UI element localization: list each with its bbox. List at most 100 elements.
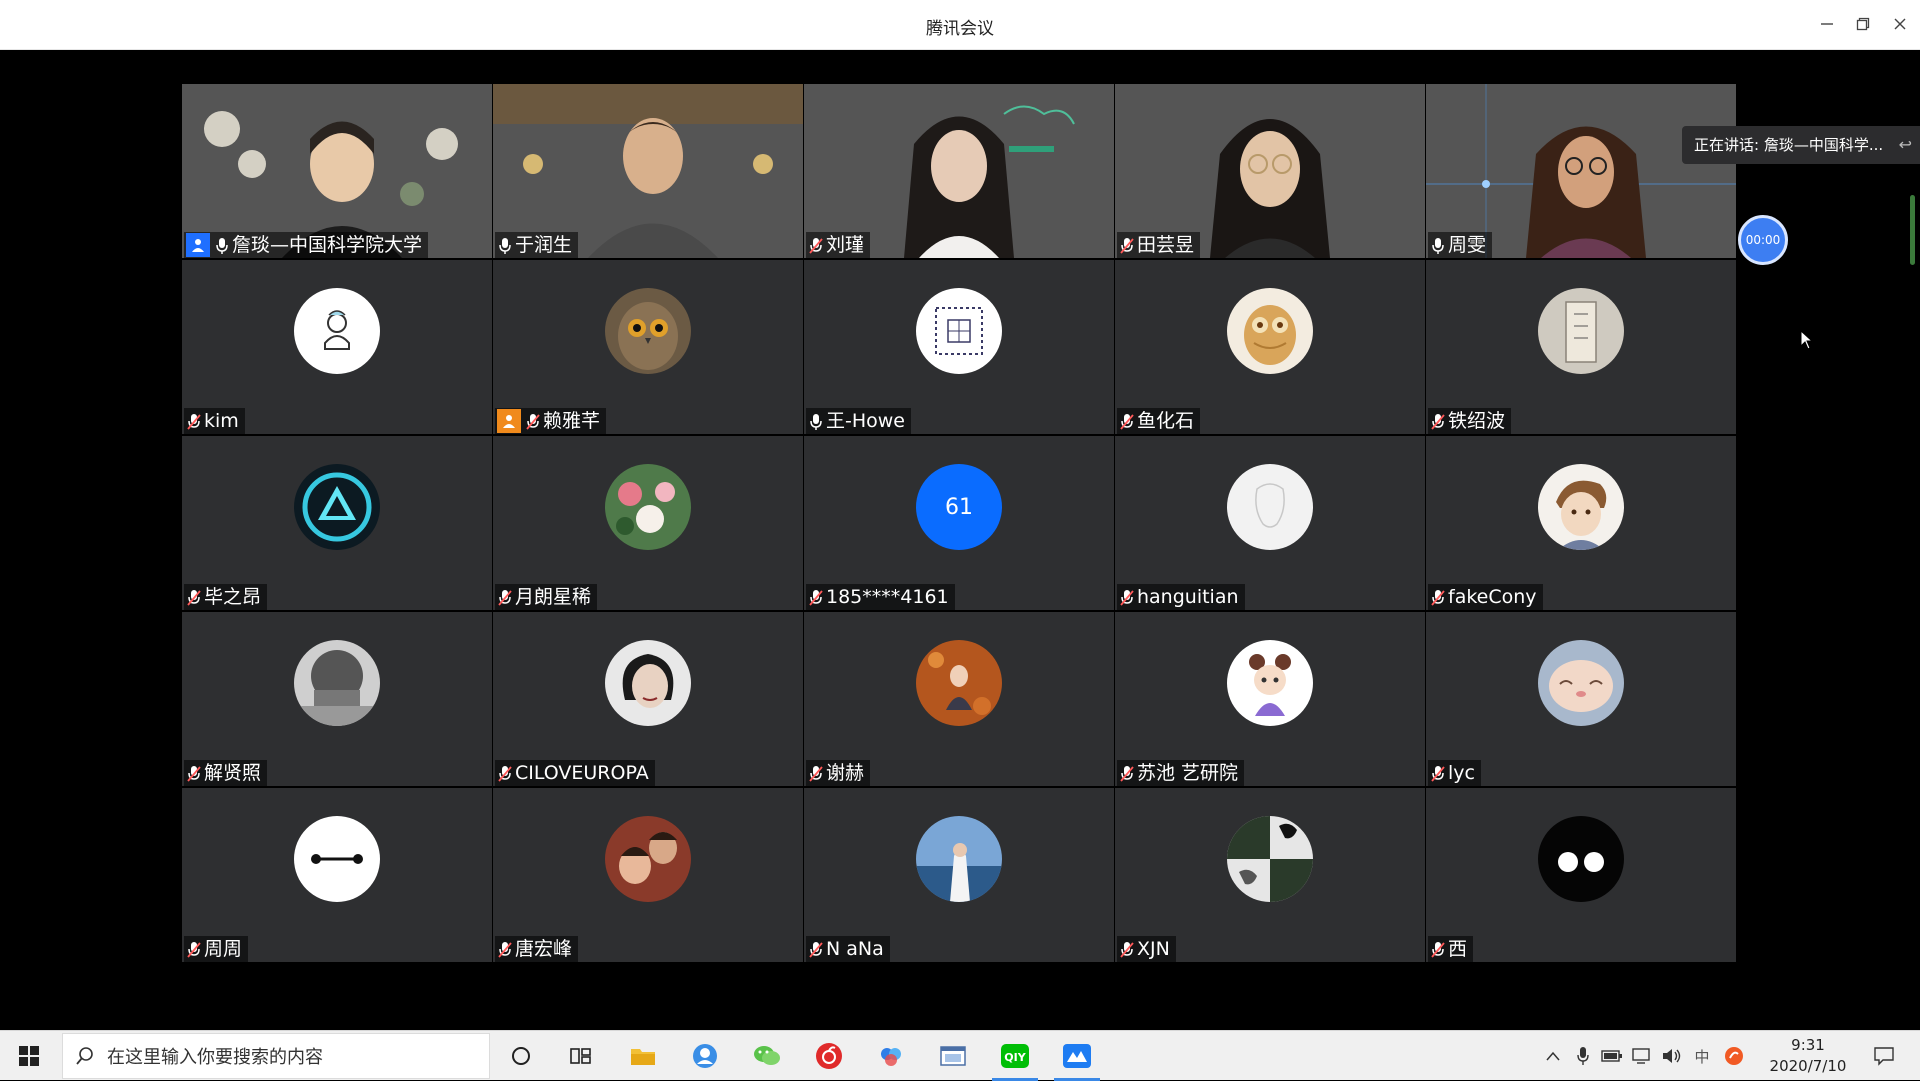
- active-speaker-tip[interactable]: 正在讲话: 詹琰—中国科学... ↩: [1682, 126, 1920, 164]
- taskbar-app-window[interactable]: [924, 1031, 982, 1081]
- svg-text:QIY: QIY: [1004, 1051, 1026, 1064]
- taskbar-clock[interactable]: 9:31 2020/7/10: [1760, 1035, 1856, 1077]
- taskbar-app-tencent-meeting[interactable]: [1048, 1031, 1106, 1081]
- taskbar-app-iqiyi[interactable]: QIY: [986, 1031, 1044, 1081]
- participant-tile[interactable]: 田芸昱: [1115, 84, 1425, 258]
- avatar: [605, 816, 691, 902]
- start-button[interactable]: [0, 1031, 58, 1081]
- netease-music-icon: [816, 1043, 842, 1069]
- participant-tile[interactable]: CILOVEUROPA: [493, 612, 803, 786]
- participant-tile[interactable]: 鱼化石: [1115, 260, 1425, 434]
- participant-tile[interactable]: 解贤照: [182, 612, 492, 786]
- avatar: [1227, 640, 1313, 726]
- participant-label: 苏池 艺研院: [1117, 760, 1245, 786]
- search-icon: [76, 1047, 93, 1065]
- side-handle[interactable]: [1910, 195, 1915, 265]
- participant-name: 月朗星稀: [515, 586, 592, 608]
- avatar: [294, 288, 380, 374]
- tray-mic[interactable]: [1570, 1031, 1596, 1081]
- title-bar: 腾讯会议: [0, 0, 1920, 50]
- participant-name: N aNa: [826, 938, 884, 960]
- tray-ime[interactable]: 中: [1688, 1031, 1716, 1081]
- avatar: [605, 464, 691, 550]
- participant-tile[interactable]: 61 185****4161: [804, 436, 1114, 610]
- minimize-button[interactable]: [1815, 12, 1839, 36]
- mic-muted-icon: [497, 940, 513, 958]
- participant-tile[interactable]: kim: [182, 260, 492, 434]
- participant-tile[interactable]: 赖雅芊: [493, 260, 803, 434]
- mic-on-icon: [808, 412, 824, 430]
- participant-label: 詹琰—中国科学院大学: [184, 232, 429, 258]
- close-button[interactable]: [1888, 12, 1912, 36]
- participant-label: 毕之昂: [184, 584, 268, 610]
- participant-tile[interactable]: 毕之昂: [182, 436, 492, 610]
- participant-tile[interactable]: 詹琰—中国科学院大学: [182, 84, 492, 258]
- tray-volume[interactable]: [1658, 1031, 1686, 1081]
- cloud-drive-icon: [881, 1048, 901, 1066]
- mic-muted-icon: [186, 764, 202, 782]
- participant-tile[interactable]: 苏池 艺研院: [1115, 612, 1425, 786]
- participant-label: 刘瑾: [806, 232, 871, 258]
- taskbar-app-browser[interactable]: [676, 1031, 734, 1081]
- tray-sogou[interactable]: [1720, 1031, 1748, 1081]
- participant-name: 赖雅芊: [543, 410, 601, 432]
- participant-name: 周周: [204, 938, 243, 960]
- tray-expand-button[interactable]: [1540, 1031, 1566, 1081]
- participant-tile[interactable]: 谢赫: [804, 612, 1114, 786]
- meeting-stage: 詹琰—中国科学院大学 于润生 刘瑾 田芸昱 周雯 kim 赖雅芊 王-Howe …: [0, 50, 1920, 1030]
- participant-label: lyc: [1428, 760, 1481, 786]
- taskbar-search[interactable]: 在这里输入你要搜索的内容: [62, 1033, 490, 1079]
- avatar: [916, 816, 1002, 902]
- volume-icon: [1663, 1049, 1681, 1063]
- avatar: [1538, 464, 1624, 550]
- taskbar-app-baidu[interactable]: [862, 1031, 920, 1081]
- mic-muted-icon: [1430, 412, 1446, 430]
- iqiyi-icon: QIY: [1001, 1044, 1029, 1068]
- taskbar-app-explorer[interactable]: [614, 1031, 672, 1081]
- cortana-button[interactable]: [492, 1031, 550, 1081]
- participant-label: 解贤照: [184, 760, 268, 786]
- cortana-icon: [512, 1047, 530, 1065]
- taskbar-app-wechat[interactable]: [738, 1031, 796, 1081]
- participant-name: 刘瑾: [826, 234, 865, 256]
- participant-tile[interactable]: 铁绍波: [1426, 260, 1736, 434]
- participant-name: 田芸昱: [1137, 234, 1195, 256]
- notification-button[interactable]: [1864, 1031, 1904, 1081]
- participant-tile[interactable]: hanguitian: [1115, 436, 1425, 610]
- search-placeholder: 在这里输入你要搜索的内容: [107, 1047, 323, 1068]
- mic-muted-icon: [186, 940, 202, 958]
- participant-label: XJN: [1117, 936, 1176, 962]
- sogou-icon: [1725, 1047, 1743, 1065]
- task-view-button[interactable]: [552, 1031, 610, 1081]
- participant-label: 王-Howe: [806, 408, 911, 434]
- browser-icon: [693, 1044, 717, 1068]
- participant-name: 周雯: [1448, 234, 1487, 256]
- participant-label: 唐宏峰: [495, 936, 579, 962]
- avatar: [1538, 640, 1624, 726]
- taskbar-app-music[interactable]: [800, 1031, 858, 1081]
- participant-tile[interactable]: 王-Howe: [804, 260, 1114, 434]
- tray-battery[interactable]: [1598, 1031, 1626, 1081]
- participant-name: 于润生: [515, 234, 573, 256]
- participant-tile[interactable]: fakeCony: [1426, 436, 1736, 610]
- participant-tile[interactable]: 西: [1426, 788, 1736, 962]
- tray-network[interactable]: [1628, 1031, 1656, 1081]
- collapse-icon[interactable]: ↩: [1899, 126, 1912, 164]
- network-icon: [1632, 1048, 1650, 1064]
- participant-tile[interactable]: 于润生: [493, 84, 803, 258]
- mic-muted-icon: [1119, 236, 1135, 254]
- participant-label: 西: [1428, 936, 1474, 962]
- participant-tile[interactable]: 周雯: [1426, 84, 1736, 258]
- mic-muted-icon: [186, 588, 202, 606]
- restore-button[interactable]: [1851, 12, 1875, 36]
- participant-tile[interactable]: 唐宏峰: [493, 788, 803, 962]
- participant-tile[interactable]: 月朗星稀: [493, 436, 803, 610]
- participant-tile[interactable]: lyc: [1426, 612, 1736, 786]
- participant-tile[interactable]: 周周: [182, 788, 492, 962]
- avatar: [1538, 816, 1624, 902]
- window-title: 腾讯会议: [926, 19, 994, 39]
- participant-tile[interactable]: N aNa: [804, 788, 1114, 962]
- participant-tile[interactable]: XJN: [1115, 788, 1425, 962]
- participant-tile[interactable]: 刘瑾: [804, 84, 1114, 258]
- recording-timer[interactable]: 00:00: [1738, 215, 1788, 265]
